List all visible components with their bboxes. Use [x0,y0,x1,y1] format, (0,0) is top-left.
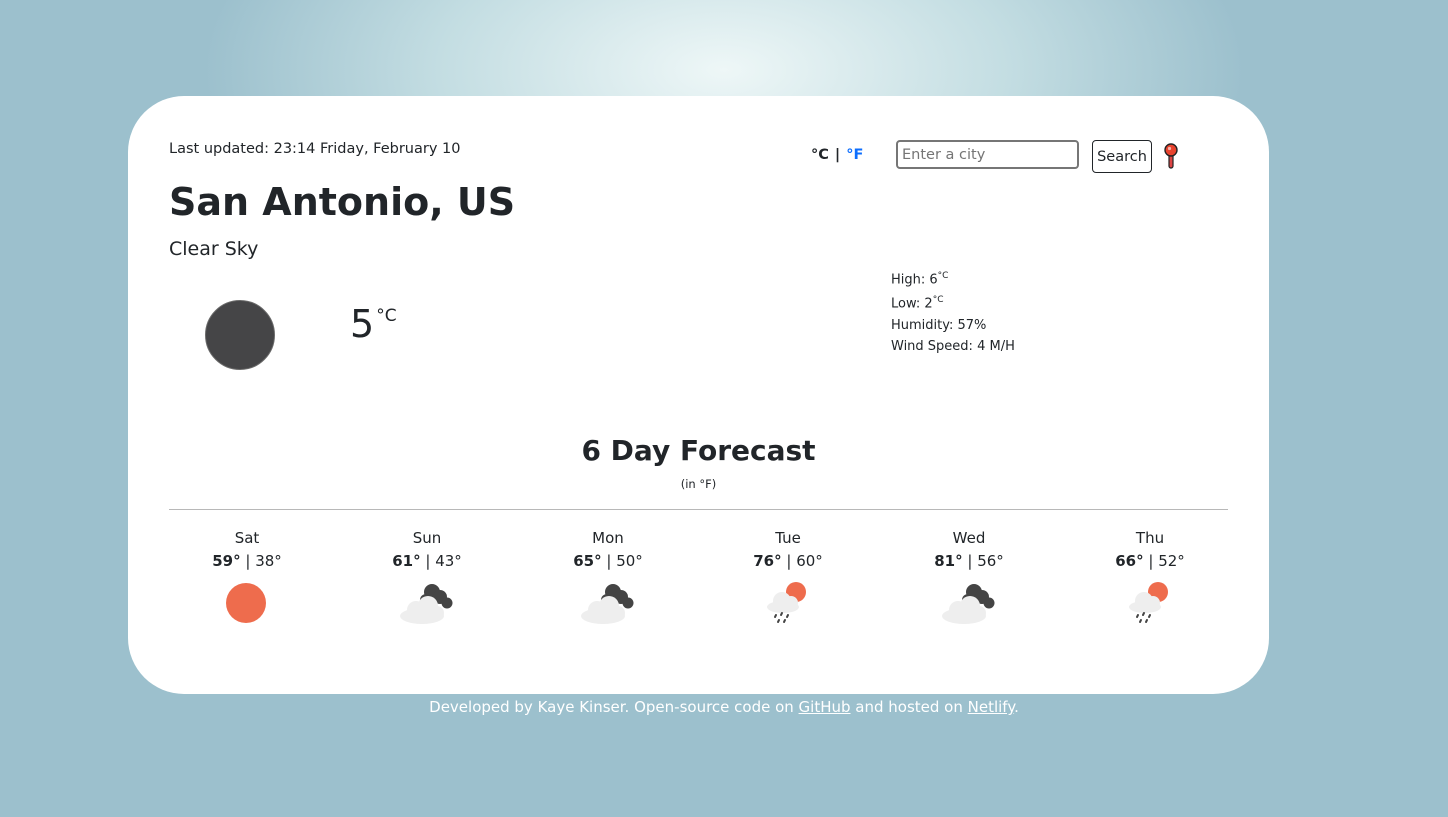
temperature-value: 5 [350,302,375,346]
forecast-low: 52° [1158,552,1185,570]
forecast-low: 38° [255,552,282,570]
forecast-high: 59° [212,552,241,570]
forecast-high: 76° [753,552,782,570]
footer-text-before: Developed by Kaye Kinser. Open-source co… [429,698,799,716]
unit-separator: | [834,147,841,163]
high-temp-value: High: 6 [891,272,938,288]
forecast-high: 66° [1115,552,1144,570]
forecast-day-name: Tue [775,529,801,547]
forecast-temps: 81° | 56° [879,552,1059,580]
forecast-separator: | [420,552,436,570]
forecast-day: Mon 65° | 50° [518,528,698,630]
forecast-day-name: Wed [952,529,986,547]
forecast-low: 50° [616,552,643,570]
forecast-temps: 65° | 50° [518,552,698,580]
cloudy-icon [581,584,634,624]
footer: Developed by Kaye Kinser. Open-source co… [0,698,1448,716]
forecast-separator: | [781,552,797,570]
wind-speed: Wind Speed: 4 M/H [891,338,1015,354]
forecast-high: 61° [392,552,421,570]
fahrenheit-link[interactable]: °F [846,147,863,163]
unit-toggle: °C | °F [811,147,863,163]
forecast-day: Tue 76° | 60° [698,528,878,630]
moon-icon [205,300,275,370]
forecast-separator: | [962,552,978,570]
forecast-day-name: Sat [234,529,260,547]
forecast-day: Wed 81° | 56° [879,528,1059,630]
cloudy-icon [942,584,995,624]
high-temp-unit: °C [937,271,949,281]
footer-text-after: . [1014,698,1019,716]
forecast-high: 81° [934,552,963,570]
forecast-day: Sun 61° | 43° [337,528,517,630]
last-updated: Last updated: 23:14 Friday, February 10 [169,141,461,157]
map-pin-icon[interactable] [1163,142,1179,170]
forecast-low: 56° [977,552,1004,570]
search-button[interactable]: Search [1092,140,1152,173]
forecast-day-name: Thu [1135,529,1165,547]
netlify-link[interactable]: Netlify [968,698,1014,716]
footer-text-middle: and hosted on [850,698,968,716]
forecast-separator: | [601,552,617,570]
forecast-day: Thu 66° | 52° [1060,528,1240,630]
low-temp-value: Low: 2 [891,296,933,312]
forecast-low: 43° [435,552,462,570]
city-name: San Antonio, US [169,180,516,224]
high-temp: High: 6°C [891,266,1015,290]
low-temp-unit: °C [932,295,944,306]
forecast-day-name: Sun [412,529,442,547]
forecast-temps: 66° | 52° [1060,552,1240,580]
forecast-low: 60° [796,552,823,570]
current-temperature: 5 °C [350,302,397,346]
sun-icon [226,583,266,623]
weather-card: Last updated: 23:14 Friday, February 10 … [128,96,1269,694]
github-link[interactable]: GitHub [799,698,851,716]
forecast-separator: | [1143,552,1159,570]
weather-description: Clear Sky [169,238,259,260]
temperature-unit: °C [376,306,397,326]
forecast-day-name: Mon [592,529,624,547]
divider [169,509,1228,510]
forecast-title: 6 Day Forecast [581,434,816,467]
forecast-high: 65° [573,552,602,570]
rain-sun-icon [1129,582,1168,623]
forecast-temps: 76° | 60° [698,552,878,580]
forecast-temps: 61° | 43° [337,552,517,580]
weather-stats: High: 6°C Low: 2°C Humidity: 57% Wind Sp… [891,266,1015,357]
forecast-subtitle: (in °F) [680,477,717,491]
humidity: Humidity: 57% [891,317,987,333]
forecast-separator: | [240,552,256,570]
low-temp: Low: 2°C [891,290,1015,314]
forecast-temps: 59° | 38° [157,552,337,580]
celsius-link[interactable]: °C [811,147,829,163]
cloudy-icon [400,584,453,624]
rain-sun-icon [767,582,806,623]
forecast-day: Sat 59° | 38° [157,528,337,630]
city-search-input[interactable] [896,140,1079,169]
